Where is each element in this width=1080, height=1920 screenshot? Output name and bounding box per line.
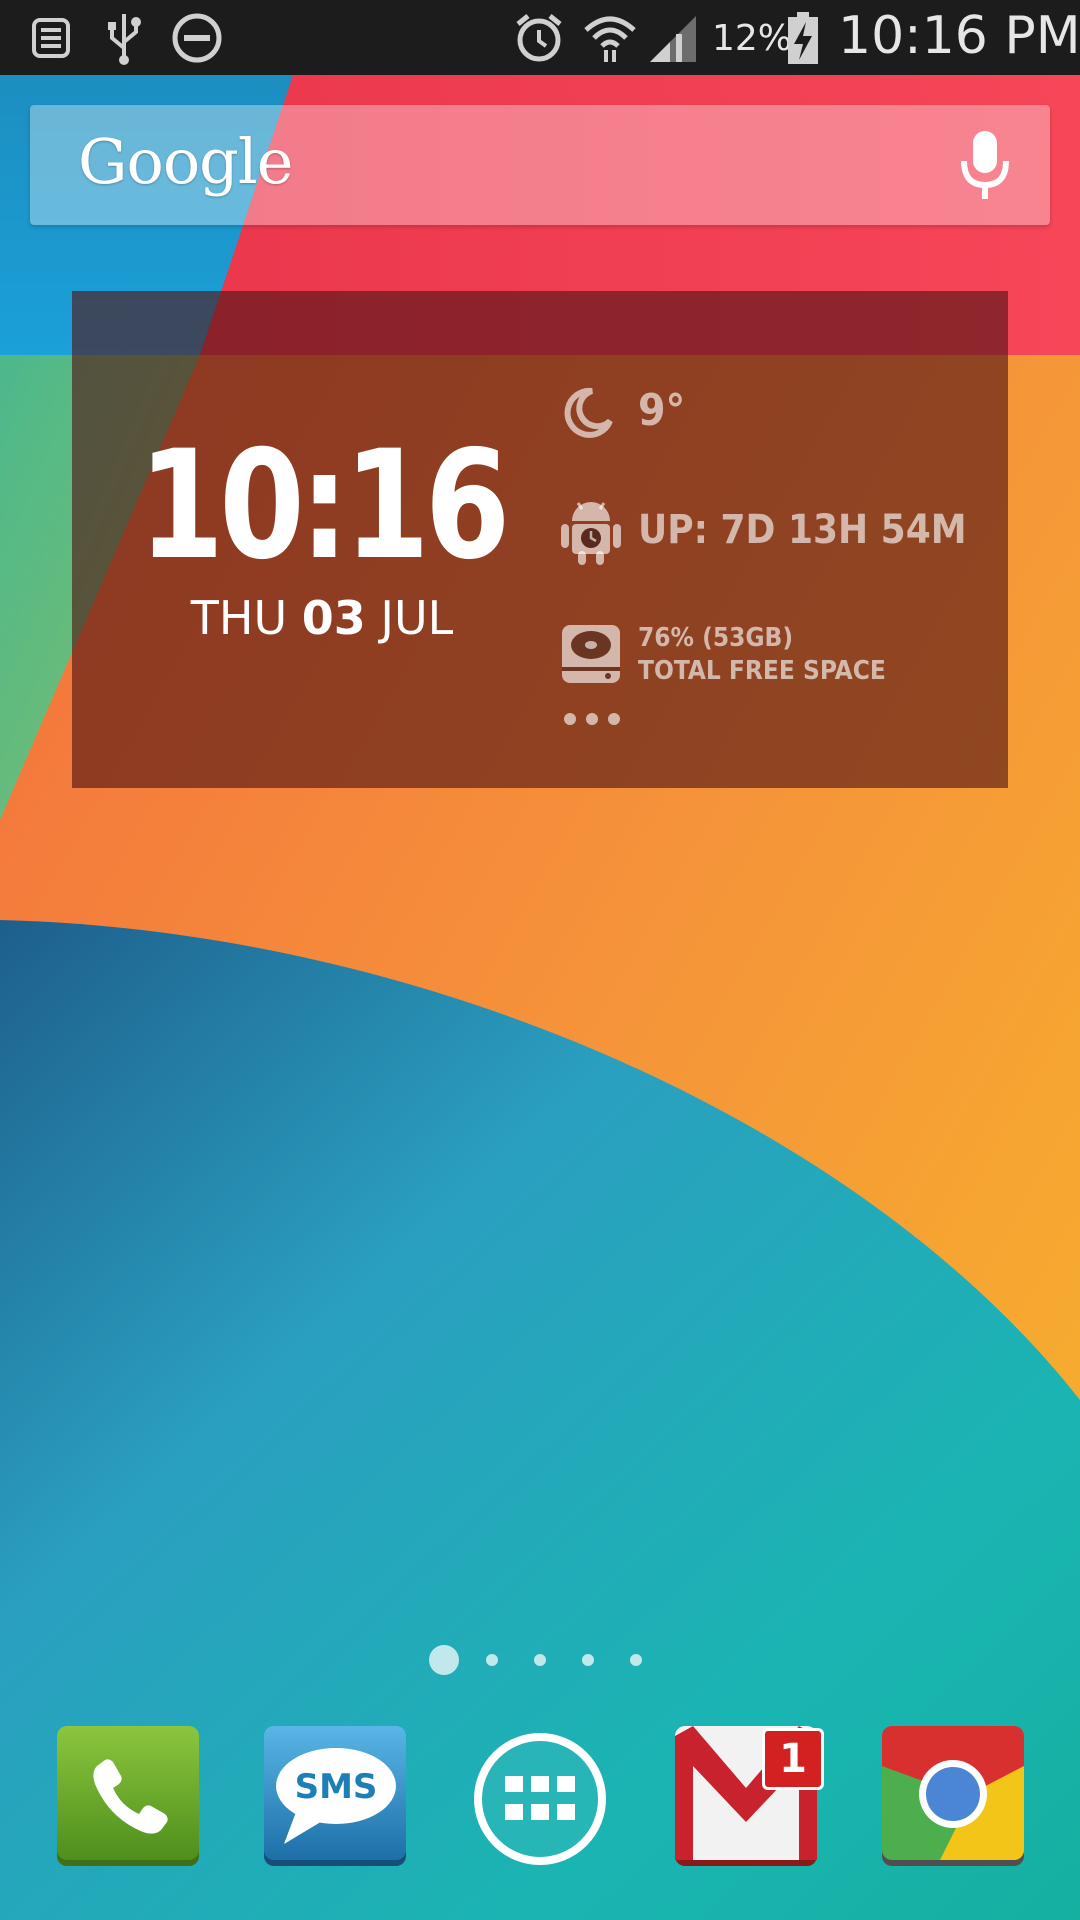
phone-app-icon[interactable] bbox=[55, 1726, 201, 1872]
battery-charging-icon bbox=[788, 12, 818, 64]
usb-icon bbox=[108, 14, 141, 65]
chrome-app-icon[interactable] bbox=[880, 1726, 1026, 1872]
hard-drive-icon bbox=[562, 625, 620, 683]
page-dot-2 bbox=[486, 1654, 498, 1666]
signal-icon bbox=[650, 16, 696, 62]
battery-percent: 12% bbox=[712, 18, 793, 59]
date-month: JUL bbox=[380, 591, 454, 645]
gmail-unread-badge: 1 bbox=[762, 1728, 824, 1790]
do-not-disturb-icon bbox=[172, 13, 222, 63]
wallpaper bbox=[0, 0, 1080, 1920]
more-dots-icon[interactable] bbox=[562, 711, 622, 727]
date-weekday: THU bbox=[190, 591, 288, 645]
alarm-icon bbox=[516, 14, 562, 62]
sms-app-icon[interactable]: SMS bbox=[262, 1726, 408, 1872]
app-drawer-icon[interactable] bbox=[467, 1726, 613, 1872]
google-logo: Google bbox=[78, 125, 293, 198]
page-dot-4 bbox=[582, 1654, 594, 1666]
widget-date: THU 03 JUL bbox=[72, 593, 572, 643]
google-search-bar[interactable]: Google bbox=[30, 105, 1050, 225]
widget-clock-time: 10:16 bbox=[138, 419, 511, 593]
microphone-icon[interactable] bbox=[958, 127, 1012, 203]
page-dot-5 bbox=[630, 1654, 642, 1666]
storage-percent: 76% (53GB) bbox=[638, 623, 794, 653]
weather-temp: 9° bbox=[638, 385, 686, 436]
android-clock-icon bbox=[561, 502, 621, 565]
moon-icon bbox=[564, 387, 613, 438]
wifi-icon bbox=[584, 16, 636, 62]
status-time: 10:16 PM bbox=[838, 6, 1080, 66]
clock-widget[interactable]: 10:16 THU 03 JUL 9° UP: 7D 13H 54M 76% (… bbox=[72, 291, 1008, 788]
date-day: 03 bbox=[301, 591, 366, 645]
uptime-text: UP: 7D 13H 54M bbox=[638, 507, 967, 553]
storage-label: TOTAL FREE SPACE bbox=[638, 656, 886, 686]
status-bar: 12% 10:16 PM bbox=[0, 0, 1080, 75]
notification-list-icon bbox=[32, 18, 70, 58]
sms-label: SMS bbox=[295, 1767, 378, 1807]
page-indicator bbox=[429, 1645, 642, 1675]
page-dot-3 bbox=[534, 1654, 546, 1666]
page-dot-1 bbox=[429, 1645, 459, 1675]
